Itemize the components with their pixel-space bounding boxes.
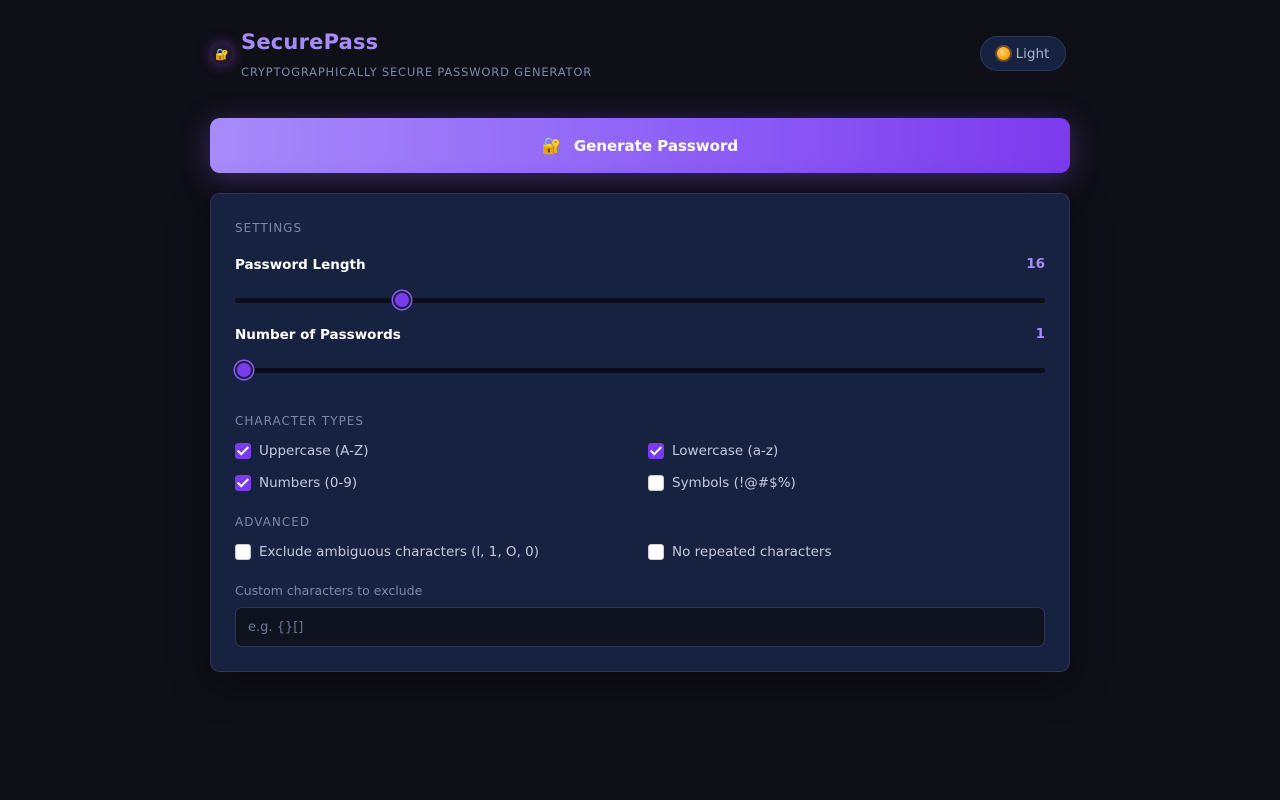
checkbox-box[interactable] xyxy=(648,544,664,560)
password-count-label: Number of Passwords xyxy=(235,327,401,343)
password-length-slider[interactable] xyxy=(235,291,1045,309)
password-length-value: 16 xyxy=(1026,256,1045,272)
app-title: SecurePass xyxy=(241,30,379,54)
theme-toggle-label: Light xyxy=(1015,45,1050,62)
sun-icon xyxy=(996,47,1010,60)
settings-section-label: SETTINGS xyxy=(235,221,303,235)
password-count-slider[interactable] xyxy=(235,361,1045,379)
symbols-checkbox[interactable]: Symbols (!@#$%) xyxy=(648,475,796,491)
lowercase-checkbox[interactable]: Lowercase (a-z) xyxy=(648,443,778,459)
checkbox-label: Symbols (!@#$%) xyxy=(672,475,796,491)
checkbox-box[interactable] xyxy=(235,475,251,491)
advanced-section-label: ADVANCED xyxy=(235,515,311,529)
slider-track xyxy=(235,368,1045,373)
uppercase-checkbox[interactable]: Uppercase (A-Z) xyxy=(235,443,369,459)
checkbox-label: Numbers (0-9) xyxy=(259,475,358,491)
custom-exclude-label: Custom characters to exclude xyxy=(235,583,423,598)
lock-icon: 🔐 xyxy=(541,136,562,155)
slider-track xyxy=(235,298,1045,303)
password-count-value: 1 xyxy=(1035,326,1045,342)
checkbox-box[interactable] xyxy=(235,544,251,560)
no-repeated-checkbox[interactable]: No repeated characters xyxy=(648,544,832,560)
checkbox-box[interactable] xyxy=(648,443,664,459)
checkbox-box[interactable] xyxy=(235,443,251,459)
settings-panel: SETTINGS Password Length 16 Number of Pa… xyxy=(210,193,1070,672)
password-length-label: Password Length xyxy=(235,257,366,273)
character-types-section-label: CHARACTER TYPES xyxy=(235,414,364,428)
slider-thumb[interactable] xyxy=(393,291,412,309)
numbers-checkbox[interactable]: Numbers (0-9) xyxy=(235,475,357,491)
generate-password-button[interactable]: 🔐 Generate Password xyxy=(210,118,1070,173)
checkbox-label: No repeated characters xyxy=(672,544,832,560)
slider-thumb[interactable] xyxy=(235,361,253,379)
exclude-ambiguous-checkbox[interactable]: Exclude ambiguous characters (l, 1, O, 0… xyxy=(235,544,539,560)
app-subtitle: CRYPTOGRAPHICALLY SECURE PASSWORD GENERA… xyxy=(241,65,592,79)
theme-toggle-button[interactable]: Light xyxy=(980,36,1066,71)
lock-icon: 🔐 xyxy=(212,44,232,64)
checkbox-label: Uppercase (A-Z) xyxy=(259,443,369,459)
generate-password-label: Generate Password xyxy=(573,136,739,155)
checkbox-label: Exclude ambiguous characters (l, 1, O, 0… xyxy=(259,544,539,560)
app-header: 🔐 SecurePass CRYPTOGRAPHICALLY SECURE PA… xyxy=(210,30,1070,90)
custom-exclude-input[interactable] xyxy=(235,607,1045,647)
checkbox-label: Lowercase (a-z) xyxy=(672,443,779,459)
checkbox-box[interactable] xyxy=(648,475,664,491)
